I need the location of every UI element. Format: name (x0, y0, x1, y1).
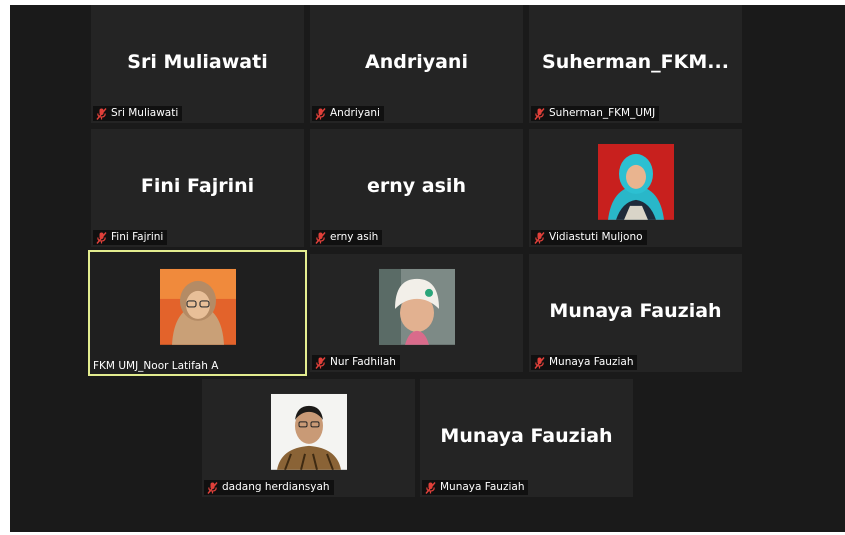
participant-display-name: Munaya Fauziah (440, 424, 613, 447)
participant-name-label: Sri Muliawati (93, 106, 183, 121)
participant-name-label: Munaya Fauziah (531, 355, 638, 370)
participant-label-text: Munaya Fauziah (440, 481, 525, 493)
participant-name-label: Munaya Fauziah (422, 480, 529, 495)
participant-name-label: Vidiastuti Muljono (531, 230, 647, 245)
participant-label-text: Sri Muliawati (111, 107, 179, 119)
participant-tile[interactable]: Andriyani Andriyani (310, 5, 523, 123)
muted-mic-icon (425, 481, 436, 494)
muted-mic-icon (534, 356, 545, 369)
participant-label-text: Suherman_FKM_UMJ (549, 107, 656, 119)
muted-mic-icon (315, 231, 326, 244)
participant-tile-active-speaker[interactable]: FKM UMJ_Noor Latifah A (88, 250, 307, 376)
woman-glasses-hijab-avatar (159, 268, 236, 345)
participant-tile[interactable]: erny asih erny asih (310, 129, 523, 247)
participant-tile[interactable]: Nur Fadhilah (310, 254, 523, 372)
participant-label-text: FKM UMJ_Noor Latifah A (93, 360, 219, 372)
muted-mic-icon (315, 107, 326, 120)
participant-label-text: Munaya Fauziah (549, 356, 634, 368)
woman-turquoise-hijab-avatar (597, 143, 674, 220)
participant-display-name: Andriyani (365, 50, 468, 73)
participant-display-name: Munaya Fauziah (549, 299, 722, 322)
participant-name-label: Andriyani (312, 106, 384, 121)
participant-tile[interactable]: Munaya Fauziah Munaya Fauziah (420, 379, 633, 497)
muted-mic-icon (96, 107, 107, 120)
participant-label-text: Fini Fajrini (111, 231, 164, 243)
muted-mic-icon (534, 107, 545, 120)
muted-mic-icon (96, 231, 107, 244)
participant-tile[interactable]: Sri Muliawati Sri Muliawati (91, 5, 304, 123)
muted-mic-icon (315, 356, 326, 369)
participant-name-label: Nur Fadhilah (312, 355, 400, 370)
participant-display-name: Fini Fajrini (140, 174, 255, 197)
participant-display-name: Sri Muliawati (127, 50, 268, 73)
participant-name-label: FKM UMJ_Noor Latifah A (90, 359, 222, 374)
participant-label-text: erny asih (330, 231, 379, 243)
participant-display-name: erny asih (367, 174, 466, 197)
participant-tile[interactable]: Munaya Fauziah Munaya Fauziah (529, 254, 742, 372)
participant-label-text: Vidiastuti Muljono (549, 231, 643, 243)
participant-tile[interactable]: Fini Fajrini Fini Fajrini (91, 129, 304, 247)
participant-tile[interactable]: dadang herdiansyah (202, 379, 415, 497)
participant-name-label: Fini Fajrini (93, 230, 168, 245)
muted-mic-icon (534, 231, 545, 244)
participant-tile[interactable]: Vidiastuti Muljono (529, 129, 742, 247)
video-gallery: Sri Muliawati Sri Muliawati Andriyani An… (10, 5, 845, 532)
participant-label-text: dadang herdiansyah (222, 481, 330, 493)
participant-name-label: Suherman_FKM_UMJ (531, 106, 660, 121)
muted-mic-icon (207, 481, 218, 494)
participant-display-name: Suherman_FKM... (542, 50, 729, 73)
participant-label-text: Nur Fadhilah (330, 356, 396, 368)
participant-name-label: erny asih (312, 230, 383, 245)
participant-name-label: dadang herdiansyah (204, 480, 334, 495)
man-batik-shirt-avatar (270, 393, 347, 470)
participant-label-text: Andriyani (330, 107, 380, 119)
woman-white-beanie-avatar (378, 268, 455, 345)
participant-tile[interactable]: Suherman_FKM... Suherman_FKM_UMJ (529, 5, 742, 123)
